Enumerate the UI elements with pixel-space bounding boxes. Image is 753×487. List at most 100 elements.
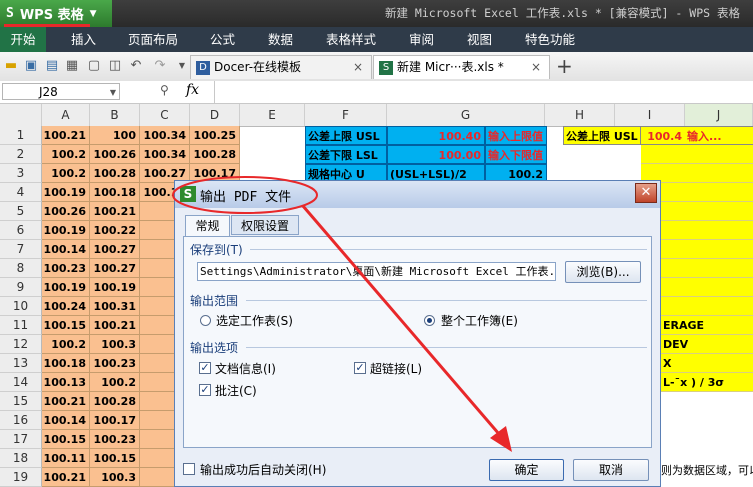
grid-cell[interactable]: 输入... (685, 126, 753, 145)
menu-features[interactable]: 特色功能 (525, 27, 575, 52)
checkbox-hyperlinks[interactable]: ✓ (354, 362, 366, 374)
column-header[interactable]: J (685, 104, 753, 126)
grid-cell[interactable]: 100.19 (42, 183, 90, 202)
grid-cell[interactable]: 100.31 (90, 297, 140, 316)
tab-general[interactable]: 常规 (185, 215, 230, 237)
column-header[interactable]: F (305, 104, 387, 126)
row-header[interactable]: 16 (0, 411, 42, 430)
row-header[interactable]: 14 (0, 373, 42, 392)
radio-whole-workbook-label[interactable]: 整个工作簿(E) (441, 312, 518, 329)
row-header[interactable]: 18 (0, 449, 42, 468)
column-header[interactable]: E (240, 104, 305, 126)
app-menu-button[interactable]: S WPS 表格 ▼ (0, 0, 112, 27)
grid-cell[interactable]: 100.13 (42, 373, 90, 392)
radio-selected-sheets[interactable] (200, 315, 211, 326)
grid-cell[interactable]: 100.23 (42, 259, 90, 278)
grid-cell[interactable]: 100.2 (90, 373, 140, 392)
grid-cell[interactable]: 100.15 (42, 316, 90, 335)
print-preview-icon[interactable]: ▢ (86, 58, 102, 74)
menu-insert[interactable]: 插入 (71, 27, 96, 52)
grid-cell[interactable]: 100.21 (90, 202, 140, 221)
grid-cell[interactable]: 100.2 (42, 164, 90, 183)
column-header[interactable]: G (387, 104, 545, 126)
checkbox-auto-close[interactable] (183, 463, 195, 475)
radio-whole-workbook[interactable] (424, 315, 435, 326)
row-header[interactable]: 5 (0, 202, 42, 221)
undo-icon[interactable]: ↶ (128, 58, 144, 74)
radio-selected-sheets-label[interactable]: 选定工作表(S) (216, 312, 293, 329)
grid-cell[interactable]: 100.27 (90, 259, 140, 278)
row-header[interactable]: 12 (0, 335, 42, 354)
checkbox-hyperlinks-label[interactable]: 超链接(L) (370, 360, 422, 377)
row-header[interactable]: 9 (0, 278, 42, 297)
tab-docer[interactable]: D Docer-在线模板 × (190, 55, 372, 79)
grid-cell[interactable]: 100.4 (641, 126, 685, 145)
grid-cell[interactable]: DEV (661, 335, 753, 354)
column-header[interactable]: B (90, 104, 140, 126)
function-icon[interactable]: fx (186, 82, 199, 98)
print-icon[interactable]: ▦ (64, 58, 80, 74)
row-header[interactable]: 3 (0, 164, 42, 183)
grid-cell[interactable]: 100.21 (90, 316, 140, 335)
grid-cell[interactable]: 100.21 (42, 468, 90, 487)
zoom-icon[interactable]: ⚲ (160, 83, 169, 97)
grid-cell[interactable]: 100.23 (90, 354, 140, 373)
menu-table-style[interactable]: 表格样式 (326, 27, 376, 52)
grid-cell[interactable]: 100.25 (190, 126, 240, 145)
grid-cell[interactable]: 则为数据区域，可以 (661, 462, 753, 478)
grid-cell[interactable]: 100.00 (387, 145, 485, 164)
close-tab-icon[interactable]: × (353, 56, 363, 78)
grid-cell[interactable]: 100.18 (42, 354, 90, 373)
row-header[interactable]: 6 (0, 221, 42, 240)
grid-cell[interactable]: 100.22 (90, 221, 140, 240)
menu-home[interactable]: 开始 (0, 27, 46, 52)
column-header[interactable]: H (545, 104, 615, 126)
tab-permissions[interactable]: 权限设置 (231, 215, 299, 235)
grid-cell[interactable]: 100.18 (90, 183, 140, 202)
name-box[interactable]: J28 ▼ (2, 83, 120, 100)
grid-cell[interactable]: 100.17 (90, 411, 140, 430)
grid-cell[interactable]: L-¯x ) / 3σ (661, 373, 753, 392)
grid-cell[interactable]: 100.34 (140, 145, 190, 164)
close-tab-icon[interactable]: × (531, 56, 541, 78)
ok-button[interactable]: 确定 (489, 459, 564, 481)
save-path-field[interactable]: Settings\Administrator\桌面\新建 Microsoft E… (197, 262, 556, 281)
checkbox-comments[interactable]: ✓ (199, 384, 211, 396)
grid-cell[interactable]: 100.19 (42, 221, 90, 240)
grid-cell[interactable]: 100.19 (42, 278, 90, 297)
checkbox-comments-label[interactable]: 批注(C) (215, 382, 257, 399)
grid-cell[interactable]: 100.24 (42, 297, 90, 316)
grid-cell[interactable]: 100.15 (42, 430, 90, 449)
menu-review[interactable]: 审阅 (409, 27, 434, 52)
grid-cell[interactable]: 100.28 (190, 145, 240, 164)
close-icon[interactable]: ✕ (635, 183, 657, 203)
grid-cell[interactable]: 100.28 (90, 392, 140, 411)
grid-cell[interactable]: 公差上限 USL (305, 126, 387, 145)
customize-dropdown-icon[interactable]: ▼ (174, 58, 190, 74)
grid-cell[interactable]: 100.34 (140, 126, 190, 145)
grid-cell[interactable]: 公差下限 LSL (305, 145, 387, 164)
row-header[interactable]: 11 (0, 316, 42, 335)
grid-cell[interactable]: X (661, 354, 753, 373)
row-header[interactable]: 4 (0, 183, 42, 202)
grid-cell[interactable]: 100.28 (90, 164, 140, 183)
checkbox-doc-info[interactable]: ✓ (199, 362, 211, 374)
menu-view[interactable]: 视图 (467, 27, 492, 52)
grid-cell[interactable]: 100.15 (90, 449, 140, 468)
grid-cell[interactable]: 100.14 (42, 240, 90, 259)
tab-workbook[interactable]: S 新建 Micr···表.xls * × (373, 55, 550, 79)
checkbox-doc-info-label[interactable]: 文档信息(I) (215, 360, 276, 377)
column-header[interactable]: D (190, 104, 240, 126)
formula-input[interactable] (214, 81, 753, 103)
menu-page-layout[interactable]: 页面布局 (128, 27, 178, 52)
grid-cell[interactable]: 100.26 (90, 145, 140, 164)
column-header[interactable]: A (42, 104, 90, 126)
grid-cell[interactable]: 输入下限值 (485, 145, 547, 164)
row-header[interactable]: 2 (0, 145, 42, 164)
save-icon[interactable]: ▣ (23, 58, 39, 74)
row-header[interactable]: 13 (0, 354, 42, 373)
row-header[interactable]: 15 (0, 392, 42, 411)
cancel-button[interactable]: 取消 (573, 459, 649, 481)
row-header[interactable]: 7 (0, 240, 42, 259)
grid-cell[interactable] (641, 145, 753, 164)
